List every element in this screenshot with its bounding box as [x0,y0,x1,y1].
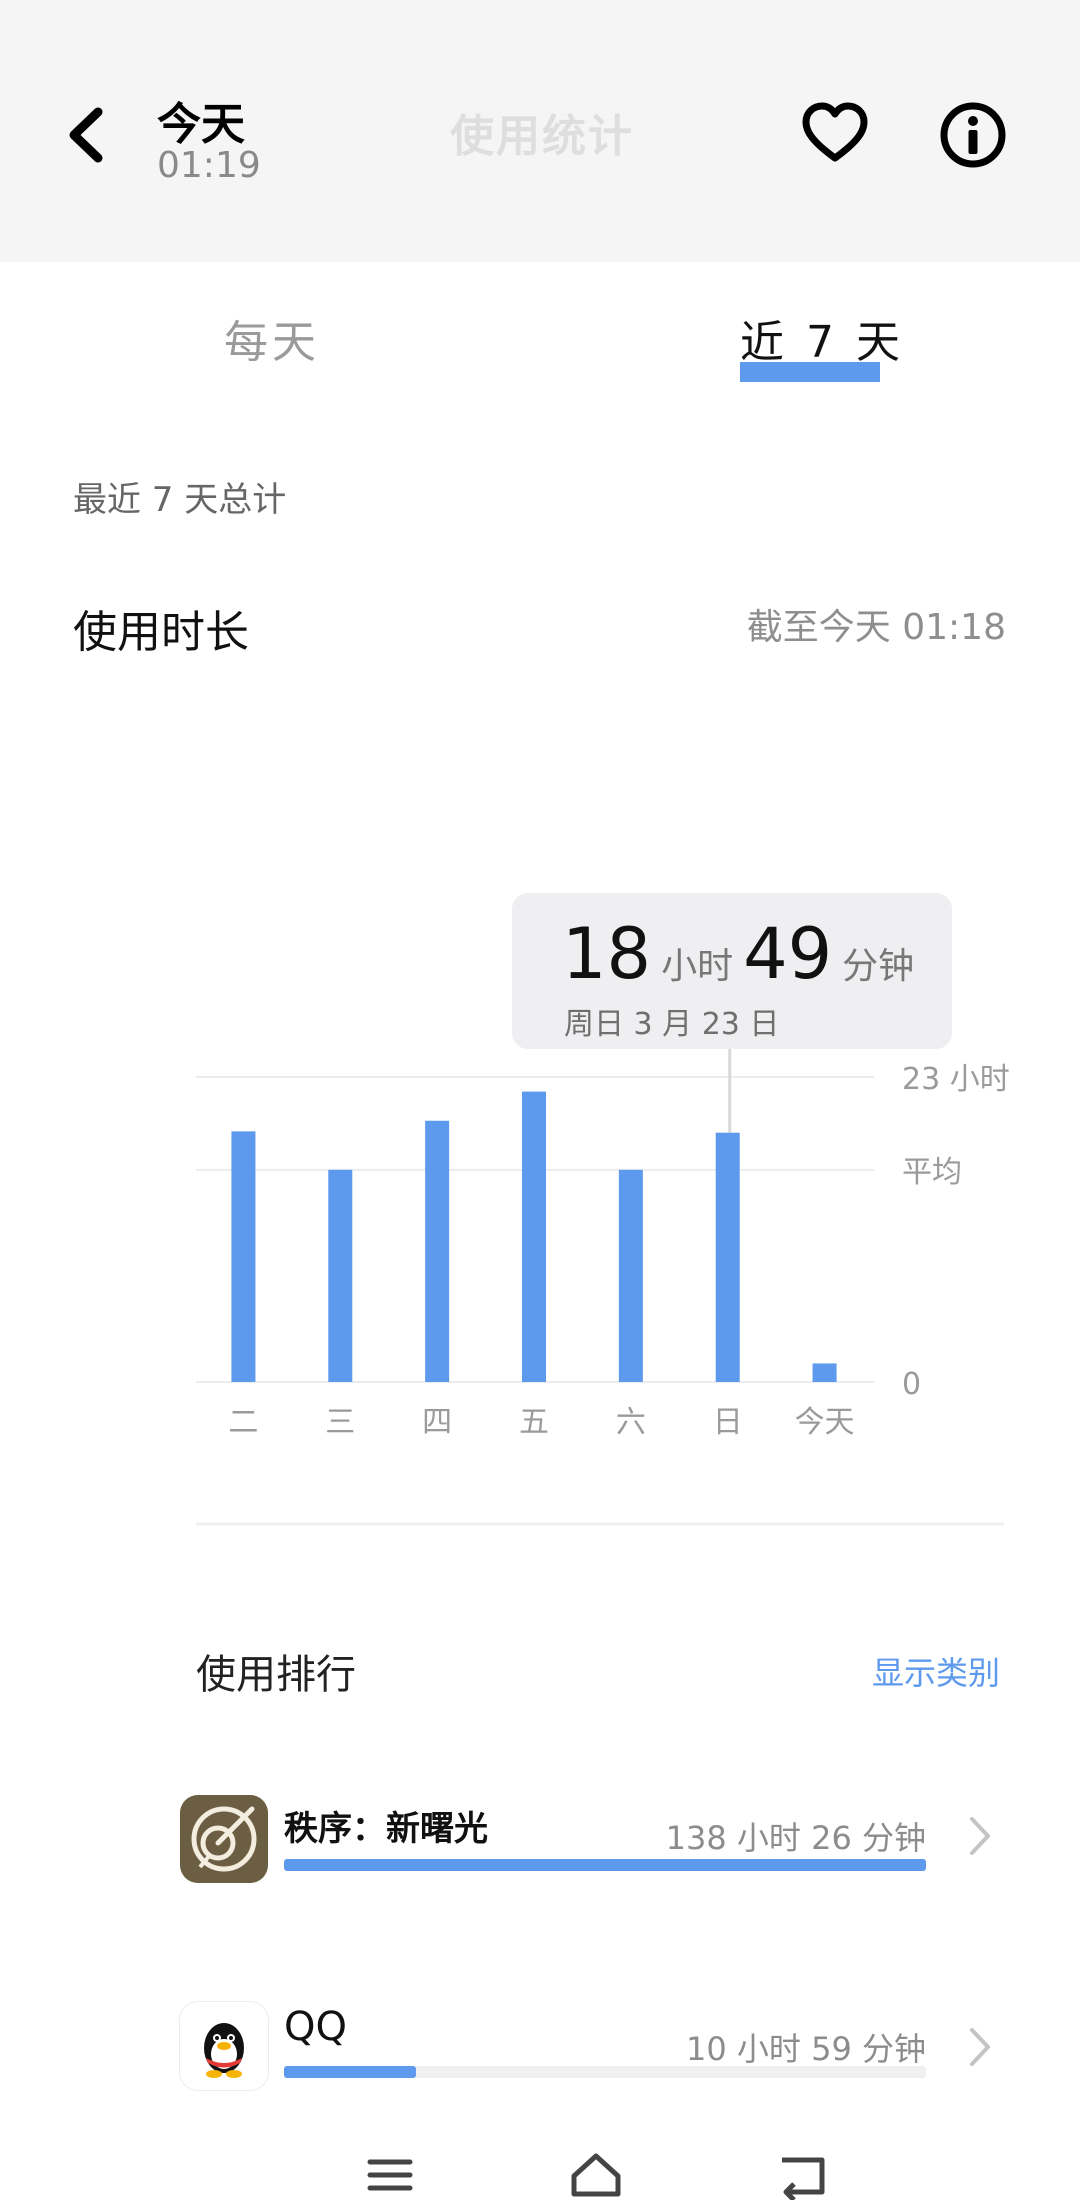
app-usage-time: 10 小时 59 分钟 [686,2030,926,2068]
chart-bar [715,1132,740,1382]
x-tick-label: 日 [713,1405,743,1440]
chart-bar [618,1169,643,1382]
ranking-title: 使用排行 [196,1652,356,1698]
tooltip-hours: 18 [562,913,652,995]
chart-tooltip: 18 小时 49 分钟 周日 3 月 23 日 [512,893,952,1049]
chart-bar [231,1131,256,1382]
qq-penguin-icon [180,2002,268,2090]
x-tick-label: 六 [616,1405,646,1440]
app-usage-bar [284,2066,926,2078]
menu-icon[interactable] [360,2150,420,2200]
chevron-right-icon [970,1817,990,1855]
show-categories-link[interactable]: 显示类别 [872,1648,1000,1694]
tooltip-minutes-unit: 分钟 [842,946,915,987]
app-name: QQ [284,2004,347,2050]
game-orbit-icon [180,1795,268,1883]
app-row[interactable]: QQ 10 小时 59 分钟 [180,2002,1000,2122]
chart-bar [812,1363,837,1382]
app-usage-bar [284,1859,926,1871]
chart-bar [425,1120,450,1382]
y-tick-label: 0 [902,1367,921,1402]
app-usage-time: 138 小时 26 分钟 [665,1819,926,1857]
x-tick-label: 三 [325,1405,355,1440]
system-nav-bar [0,2140,1080,2212]
chart-bar [328,1169,353,1382]
tooltip-hours-unit: 小时 [661,946,734,987]
chart-bar [522,1091,546,1382]
home-icon[interactable] [566,2150,626,2200]
x-tick-label: 二 [228,1405,258,1440]
x-tick-label: 今天 [795,1405,855,1440]
app-usage-bar-fill [284,2066,417,2078]
app-usage-bar-fill [284,1859,926,1871]
chevron-right-icon [970,2028,990,2066]
app-name: 秩序：新曙光 [284,1809,488,1849]
y-tick-label: 23 小时 [902,1062,1010,1097]
app-row[interactable]: 秩序：新曙光 138 小时 26 分钟 [180,1795,1000,1915]
tooltip-date: 周日 3 月 23 日 [564,1007,780,1042]
x-tick-label: 五 [519,1405,549,1440]
x-tick-label: 四 [422,1405,452,1440]
tooltip-minutes: 49 [743,913,833,995]
y-tick-label: 平均 [902,1155,962,1190]
usage-bar-chart: 23 小时平均 0 二 三 四 五 六 日 今天 [196,1049,1010,1526]
back-icon[interactable] [774,2150,834,2200]
